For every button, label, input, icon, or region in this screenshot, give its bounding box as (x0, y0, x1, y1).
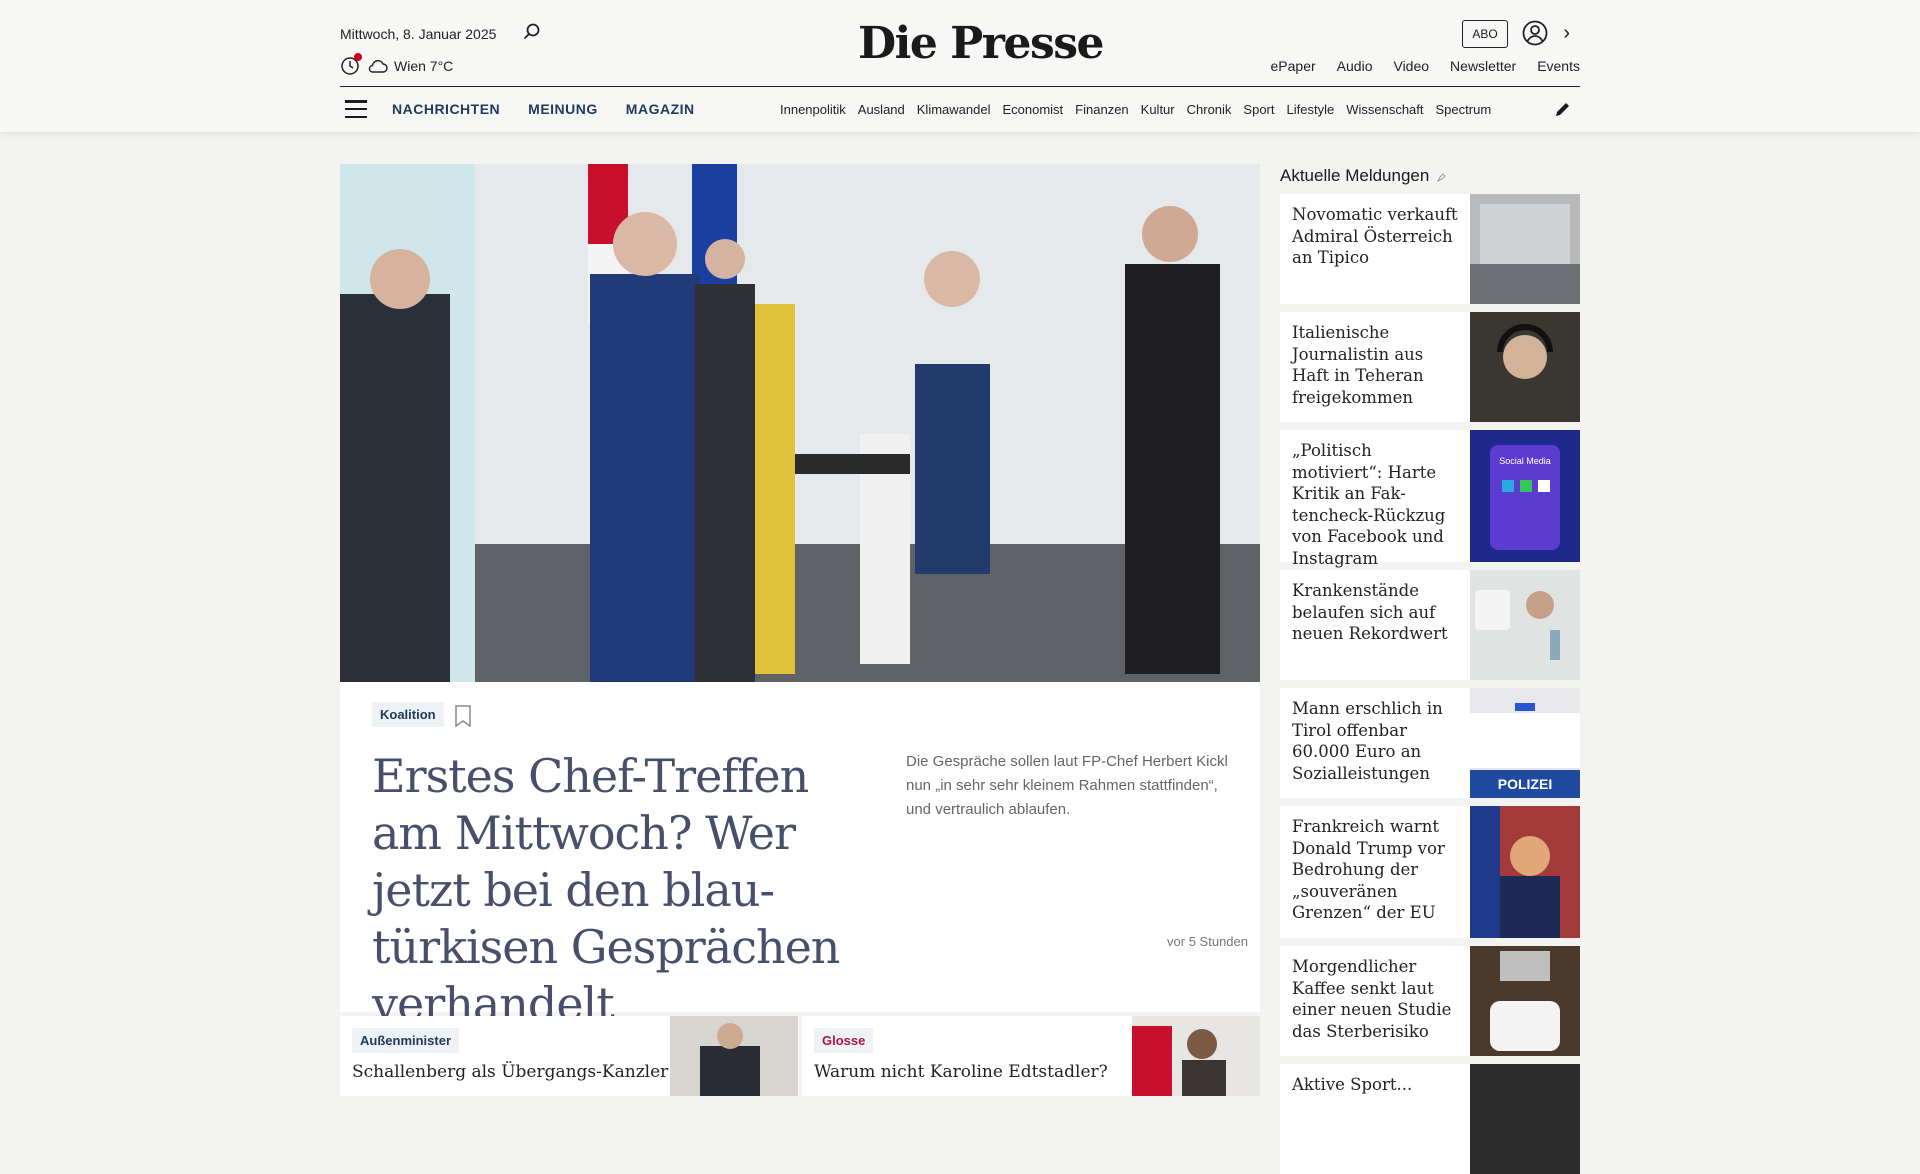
abo-button[interactable]: ABO (1462, 20, 1508, 48)
news-item-image[interactable] (1470, 1064, 1580, 1174)
news-item-title[interactable]: Mann erschlich in Tirol offenbar 60.000 … (1280, 688, 1470, 798)
card-category-tag[interactable]: Glosse (814, 1028, 874, 1053)
polizei-label: POLIZEI (1498, 776, 1552, 792)
hero-headline[interactable]: Erstes Chef-Treffen am Mittwoch? Wer jet… (372, 748, 872, 1033)
subnav-economist[interactable]: Economist (1002, 102, 1063, 117)
cloud-icon (368, 60, 388, 73)
link-newsletter[interactable]: Newsletter (1450, 58, 1516, 74)
subnav-ausland[interactable]: Ausland (858, 102, 905, 117)
news-item-title[interactable]: Frankreich warnt Donald Trump vor Bedroh… (1280, 806, 1470, 938)
article-card[interactable]: Außenminister Schallenberg als Übergangs… (340, 1016, 798, 1096)
news-item-title[interactable]: „Politisch motiviert“: Harte Kritik an F… (1280, 430, 1470, 568)
hero-category-tag[interactable]: Koalition (372, 702, 444, 727)
news-item-image[interactable]: Social Media (1470, 430, 1580, 562)
news-item-image[interactable]: POLIZEI (1470, 688, 1580, 798)
subnav-finanzen[interactable]: Finanzen (1075, 102, 1128, 117)
news-item[interactable]: Krankenstände belaufen sich auf neuen Re… (1280, 570, 1580, 680)
pencil-icon[interactable] (1554, 100, 1572, 118)
link-video[interactable]: Video (1393, 58, 1429, 74)
user-account-icon[interactable] (1522, 20, 1548, 46)
sub-nav: Innenpolitik Ausland Klimawandel Economi… (780, 102, 1550, 117)
news-item[interactable]: Aktive Sport... (1280, 1064, 1580, 1174)
news-item-title[interactable]: Novomatic verkauft Admiral Österreich an… (1280, 194, 1470, 304)
subnav-sport[interactable]: Sport (1243, 102, 1274, 117)
nav-bar: NACHRICHTEN MEINUNG MAGAZIN Innenpolitik… (340, 87, 1580, 132)
weather-label: Wien 7°C (394, 58, 454, 74)
news-item-image[interactable] (1470, 312, 1580, 422)
hero-lead: Die Gespräche sollen laut FP-Chef Herber… (906, 753, 1228, 818)
news-item[interactable]: Italienische Journalistin aus Haft in Te… (1280, 312, 1580, 422)
sidebar-heading-label: Aktuelle Meldungen (1280, 166, 1430, 185)
site-header: Mittwoch, 8. Januar 2025 Wien 7°C Die Pr… (0, 0, 1920, 132)
news-item-title[interactable]: Morgendlicher Kaffee senkt laut einer ne… (1280, 946, 1470, 1056)
card-photo[interactable] (1132, 1016, 1260, 1096)
subnav-wissenschaft[interactable]: Wissenschaft (1346, 102, 1423, 117)
news-item-image[interactable] (1470, 946, 1580, 1056)
hero-photo[interactable] (340, 164, 1260, 682)
news-ticker-sidebar: Aktuelle Meldungen Novomatic verkauft Ad… (1280, 164, 1580, 1174)
card-photo[interactable] (670, 1016, 798, 1096)
news-item-title[interactable]: Italienische Journalistin aus Haft in Te… (1280, 312, 1470, 422)
pin-icon (1437, 173, 1447, 182)
subnav-chronik[interactable]: Chronik (1187, 102, 1232, 117)
card-category-tag[interactable]: Außenminister (352, 1028, 460, 1053)
nav-meinung[interactable]: MEINUNG (528, 101, 598, 117)
notification-dot (354, 53, 362, 61)
news-item-title[interactable]: Aktive Sport... (1280, 1064, 1470, 1174)
subnav-kultur[interactable]: Kultur (1141, 102, 1175, 117)
menu-icon[interactable] (345, 100, 367, 118)
news-item[interactable]: Morgendlicher Kaffee senkt laut einer ne… (1280, 946, 1580, 1056)
bookmark-icon[interactable] (454, 705, 472, 727)
sidebar-heading: Aktuelle Meldungen (1280, 164, 1580, 188)
hero-timestamp: vor 5 Stunden (1167, 934, 1248, 949)
news-item-title[interactable]: Krankenstände belaufen sich auf neuen Re… (1280, 570, 1470, 680)
subnav-innenpolitik[interactable]: Innenpolitik (780, 102, 846, 117)
subnav-spectrum[interactable]: Spectrum (1436, 102, 1492, 117)
weather-widget[interactable]: Wien 7°C (340, 53, 454, 76)
subnav-lifestyle[interactable]: Lifestyle (1287, 102, 1335, 117)
social-media-label: Social Media (1499, 456, 1551, 466)
top-links: ePaper Audio Video Newsletter Events (1271, 58, 1580, 74)
news-item[interactable]: Frankreich warnt Donald Trump vor Bedroh… (1280, 806, 1580, 938)
news-item[interactable]: Novomatic verkauft Admiral Österreich an… (1280, 194, 1580, 304)
news-item-image[interactable] (1470, 570, 1580, 680)
hero-article[interactable]: Koalition Erstes Chef-Treffen am Mittwoc… (340, 164, 1260, 1031)
news-item[interactable]: „Politisch motiviert“: Harte Kritik an F… (1280, 430, 1580, 568)
chevron-right-icon[interactable]: › (1563, 22, 1570, 45)
article-card[interactable]: Glosse Warum nicht Karoline Edtstadler? (802, 1016, 1260, 1096)
top-bar: Mittwoch, 8. Januar 2025 Wien 7°C Die Pr… (340, 0, 1580, 86)
news-item-image[interactable] (1470, 806, 1580, 938)
link-audio[interactable]: Audio (1337, 58, 1373, 74)
site-logo[interactable]: Die Presse (858, 18, 1104, 69)
news-item[interactable]: Mann erschlich in Tirol offenbar 60.000 … (1280, 688, 1580, 798)
alert-clock-icon[interactable] (340, 53, 362, 76)
current-date: Mittwoch, 8. Januar 2025 (340, 26, 497, 42)
news-item-image[interactable] (1470, 194, 1580, 304)
subnav-klimawandel[interactable]: Klimawandel (917, 102, 991, 117)
link-events[interactable]: Events (1537, 58, 1580, 74)
search-icon[interactable] (522, 22, 542, 42)
card-headline[interactable]: Warum nicht Karoline Edtstadler? (814, 1062, 1108, 1082)
nav-nachrichten[interactable]: NACHRICHTEN (392, 101, 500, 117)
card-headline[interactable]: Schallenberg als Übergangs-Kanzler fix (352, 1062, 695, 1082)
nav-magazin[interactable]: MAGAZIN (626, 101, 695, 117)
link-epaper[interactable]: ePaper (1271, 58, 1316, 74)
main-nav: NACHRICHTEN MEINUNG MAGAZIN (392, 101, 695, 117)
subnav-fade (1490, 95, 1550, 125)
